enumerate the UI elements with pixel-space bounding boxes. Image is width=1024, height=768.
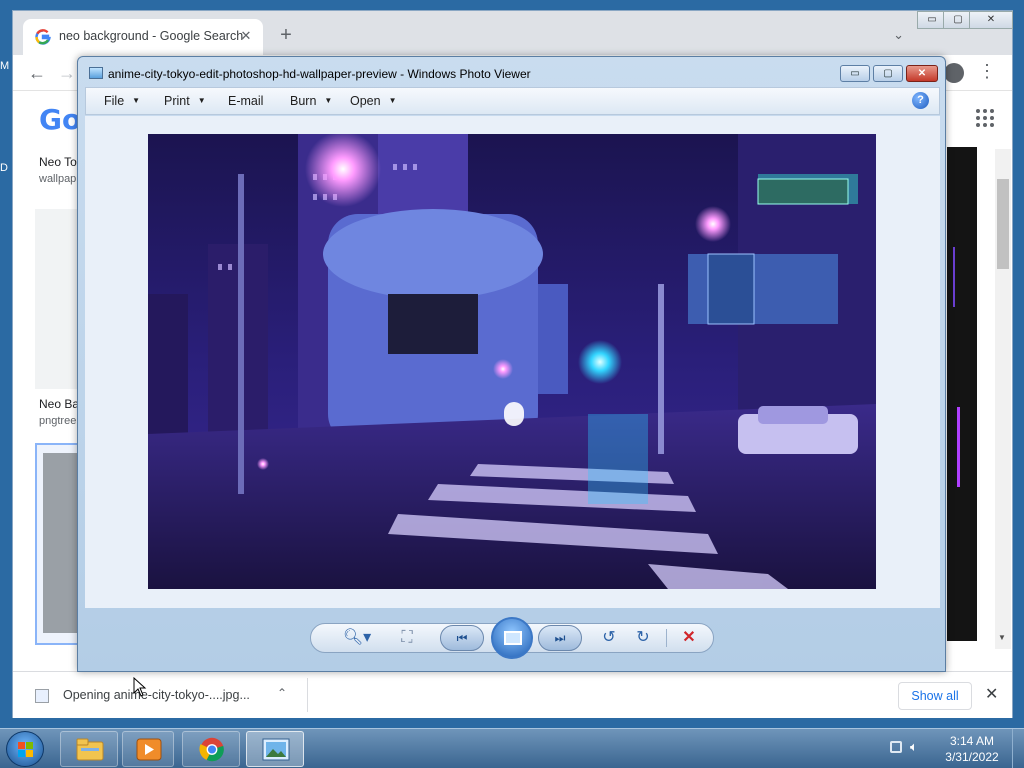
window-title: anime-city-tokyo-edit-photoshop-hd-wallp…: [108, 67, 531, 81]
photo-viewer-titlebar[interactable]: anime-city-tokyo-edit-photoshop-hd-wallp…: [78, 57, 945, 87]
tab-close-icon[interactable]: ✕: [237, 27, 255, 45]
download-options-chevron-icon[interactable]: ⌃: [277, 686, 287, 700]
result-title[interactable]: Neo Ba: [39, 397, 79, 411]
control-divider: [666, 629, 667, 647]
download-bar: Opening anime-city-tokyo-....jpg... ⌃ Sh…: [13, 671, 1012, 718]
result-source: pngtree: [39, 415, 77, 427]
tokyo-night-city-image: [148, 134, 876, 589]
scroll-down-arrow-icon[interactable]: ▼: [998, 633, 1006, 642]
result-source: wallpap: [39, 173, 77, 185]
clock-date: 3/31/2022: [945, 750, 999, 764]
google-logo[interactable]: Go: [39, 103, 81, 136]
taskbar-media-player[interactable]: [122, 731, 174, 767]
new-tab-button[interactable]: +: [275, 25, 297, 47]
next-button[interactable]: ⏭: [538, 625, 582, 651]
dropdown-caret-icon: ▼: [388, 96, 397, 105]
chrome-menu-icon[interactable]: ⋮: [978, 61, 996, 82]
taskbar-clock[interactable]: 3:14 AM 3/31/2022: [940, 733, 1004, 765]
close-button[interactable]: ✕: [906, 65, 938, 82]
clock-time: 3:14 AM: [949, 734, 995, 748]
tab-strip: neo background - Google Search ✕ + ⌄ ▭ ▢…: [13, 11, 1013, 55]
google-favicon-icon: [35, 29, 51, 45]
chrome-close-button[interactable]: ✕: [969, 11, 1013, 29]
maximize-button[interactable]: ▢: [873, 65, 903, 82]
chrome-icon: [199, 737, 224, 762]
taskbar: 🔈︎ 3:14 AM 3/31/2022: [0, 728, 1024, 768]
rotate-clockwise-icon[interactable]: ↻: [632, 627, 654, 649]
slideshow-button[interactable]: [491, 617, 533, 659]
menu-burn[interactable]: Burn ▼: [290, 94, 332, 108]
show-all-button[interactable]: Show all: [898, 682, 972, 710]
network-icon[interactable]: [890, 741, 902, 753]
zoom-magnifier-icon[interactable]: 🔍︎▾: [340, 627, 374, 649]
actual-size-icon[interactable]: ⛶: [396, 627, 418, 649]
forward-arrow-icon[interactable]: →: [55, 61, 79, 85]
menu-file[interactable]: File ▼: [104, 94, 140, 108]
slideshow-icon: [504, 631, 522, 645]
rotate-counterclockwise-icon[interactable]: ↺: [598, 627, 620, 649]
photo-viewer-window: anime-city-tokyo-edit-photoshop-hd-wallp…: [77, 56, 946, 672]
dropdown-caret-icon: ▼: [324, 96, 333, 105]
back-arrow-icon[interactable]: ←: [25, 61, 49, 85]
start-button[interactable]: [6, 731, 44, 767]
taskbar-chrome[interactable]: [182, 731, 240, 767]
tab-title: neo background - Google Search: [59, 29, 244, 43]
help-icon[interactable]: ?: [912, 92, 929, 109]
mouse-cursor-icon: [133, 677, 147, 697]
media-player-icon: [136, 738, 162, 761]
photo-viewer-icon: [262, 738, 290, 761]
google-apps-icon[interactable]: [976, 109, 994, 127]
dropdown-caret-icon: ▼: [132, 96, 141, 105]
browser-tab[interactable]: neo background - Google Search ✕: [23, 19, 263, 55]
file-image-icon: [35, 689, 49, 703]
result-title[interactable]: Neo To: [39, 155, 77, 169]
result-thumbnail[interactable]: [35, 209, 81, 389]
folder-icon: [76, 738, 104, 761]
desktop-icon-label-fragment: D: [0, 162, 8, 174]
menu-open[interactable]: Open ▼: [350, 94, 397, 108]
photo-viewer-menubar: File ▼ Print ▼ E-mail Burn ▼ Open ▼ ?: [85, 87, 940, 115]
show-desktop-button[interactable]: [1012, 729, 1024, 768]
menu-print[interactable]: Print ▼: [164, 94, 206, 108]
dropdown-caret-icon: ▼: [197, 96, 206, 105]
desktop-icon-label-fragment: M: [0, 60, 10, 72]
photo-viewer-controlbar: 🔍︎▾ ⛶ ⏮ ⏭ ↺ ↻ ✕: [78, 609, 945, 672]
taskbar-photo-viewer[interactable]: [246, 731, 304, 767]
windows-logo-icon: [18, 742, 34, 758]
download-divider: [307, 678, 308, 712]
scrollbar-thumb[interactable]: [997, 179, 1009, 269]
menu-email[interactable]: E-mail: [228, 94, 263, 108]
profile-avatar-icon[interactable]: [944, 63, 964, 83]
download-item-label[interactable]: Opening anime-city-tokyo-....jpg...: [63, 688, 250, 702]
close-download-bar-icon[interactable]: ✕: [985, 684, 998, 704]
displayed-photo: [148, 134, 876, 589]
volume-icon[interactable]: 🔈︎: [910, 739, 918, 755]
system-tray: 🔈︎: [886, 739, 926, 759]
image-preview-panel: [947, 147, 977, 641]
taskbar-explorer[interactable]: [60, 731, 118, 767]
previous-button[interactable]: ⏮: [440, 625, 484, 651]
minimize-button[interactable]: ▭: [840, 65, 870, 82]
delete-icon[interactable]: ✕: [678, 627, 700, 649]
image-view-area: [85, 116, 940, 608]
photo-viewer-app-icon: [89, 67, 103, 79]
vertical-scrollbar[interactable]: ▼: [995, 149, 1011, 649]
tab-search-chevron-icon[interactable]: ⌄: [893, 27, 904, 43]
